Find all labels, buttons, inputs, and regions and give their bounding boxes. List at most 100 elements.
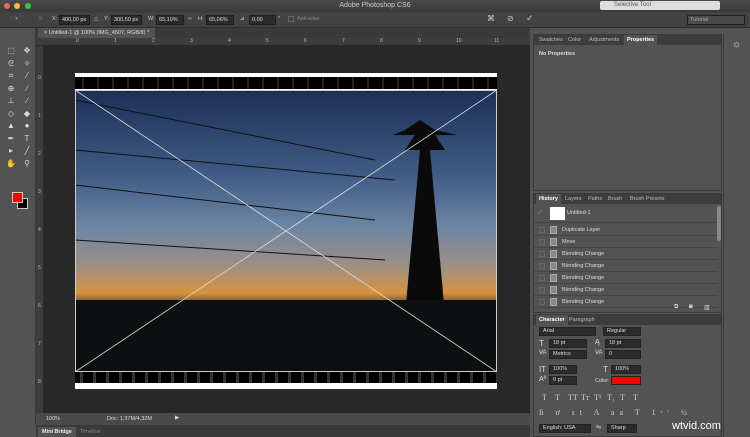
status-menu-arrow-icon[interactable]: ▶ xyxy=(175,415,179,421)
workspace-select[interactable]: Tutorial xyxy=(687,15,745,25)
baseline-shift-input[interactable]: 0 pt xyxy=(549,376,577,385)
angle-unit: ° xyxy=(278,16,281,22)
width-input[interactable]: 65,10% xyxy=(156,15,184,25)
crop-tool-icon[interactable]: ⌗ xyxy=(5,70,17,81)
document-tab[interactable]: × Untitled-1 @ 100% (IMG_4507, RGB/8) * xyxy=(38,28,156,38)
type-style-button[interactable]: T xyxy=(633,393,638,402)
commit-transform-icon[interactable]: ✓ xyxy=(526,13,534,24)
history-item[interactable]: Blending Change xyxy=(534,248,718,260)
history-checkbox[interactable] xyxy=(539,227,545,233)
path-selection-tool-icon[interactable]: ▸ xyxy=(5,145,17,156)
history-checkbox[interactable] xyxy=(539,299,545,305)
brush-tool-icon[interactable]: ∕ xyxy=(21,83,33,94)
type-style-button[interactable]: TT xyxy=(568,393,578,402)
hand-tool-icon[interactable]: ✋ xyxy=(5,158,17,169)
height-input[interactable]: 65,06% xyxy=(206,15,234,25)
x-input[interactable]: 400,00 px xyxy=(59,15,90,25)
type-style-button[interactable]: T xyxy=(542,393,547,402)
marquee-tool-icon[interactable]: ⬚ xyxy=(5,45,17,56)
foreground-color-swatch[interactable] xyxy=(12,192,23,203)
history-item[interactable]: Blending Change xyxy=(534,260,718,272)
new-document-icon[interactable]: ⧉ xyxy=(674,304,678,311)
reference-point-icon[interactable]: ⁙ xyxy=(38,16,43,22)
y-input[interactable]: 300,50 px xyxy=(111,15,142,25)
history-checkbox[interactable] xyxy=(539,275,545,281)
history-item[interactable]: Blending Change xyxy=(534,284,718,296)
language-select[interactable]: English: USA xyxy=(539,424,591,433)
clone-stamp-tool-icon[interactable]: ⊥ xyxy=(5,95,17,106)
horizontal-scale-input[interactable]: 100% xyxy=(611,365,641,374)
sun-icon[interactable]: ☼ xyxy=(732,39,741,50)
link-icon[interactable]: ∞ xyxy=(188,16,192,22)
font-style-select[interactable]: Regular xyxy=(603,327,641,336)
selective-tool-window[interactable]: Selective Tool xyxy=(600,1,720,10)
type-style-button[interactable]: T xyxy=(620,393,625,402)
history-checkbox[interactable] xyxy=(539,251,545,257)
tab-timeline[interactable]: Timeline xyxy=(76,427,105,437)
dodge-tool-icon[interactable]: ● xyxy=(21,120,33,131)
history-checkbox[interactable] xyxy=(539,263,545,269)
tab-adjustments[interactable]: Adjustments xyxy=(586,35,622,45)
history-scrollbar[interactable] xyxy=(717,206,721,241)
vertical-scale-input[interactable]: 100% xyxy=(549,365,577,374)
type-style-button[interactable]: T¹ xyxy=(594,393,601,402)
tab-swatches[interactable]: Swatches xyxy=(536,35,566,45)
text-color-swatch[interactable] xyxy=(611,376,641,385)
warp-icon[interactable]: ⌘ xyxy=(487,14,495,23)
type-tool-icon[interactable]: T xyxy=(21,133,33,144)
transform-box[interactable] xyxy=(75,90,497,372)
tab-paragraph[interactable]: Paragraph xyxy=(566,315,598,325)
ruler-tick-label: 0 xyxy=(76,38,79,44)
magic-wand-tool-icon[interactable]: ✧ xyxy=(21,58,33,69)
kerning-select[interactable]: Metrics xyxy=(549,350,587,359)
opentype-features-row[interactable]: ﬁ ơ st A aa T 1ˢᵗ ½ xyxy=(539,408,692,417)
history-checkbox[interactable] xyxy=(539,287,545,293)
snapshot-camera-icon[interactable]: ◙ xyxy=(689,304,693,310)
tab-color[interactable]: Color xyxy=(565,35,584,45)
font-size-input[interactable]: 18 pt xyxy=(549,339,587,348)
history-checkbox[interactable] xyxy=(539,239,545,245)
history-snapshot[interactable]: ⟋ Untitled-1 xyxy=(534,204,718,223)
history-item[interactable]: Move xyxy=(534,236,718,248)
tab-history[interactable]: History xyxy=(536,194,561,204)
vertical-scale-icon: IT xyxy=(539,365,547,374)
line-tool-icon[interactable]: ╱ xyxy=(21,145,33,156)
delta-icon[interactable]: △ xyxy=(94,16,98,22)
antialias-select[interactable]: Sharp xyxy=(607,424,637,433)
leading-input[interactable]: 18 pt xyxy=(605,339,641,348)
zoom-tool-icon[interactable]: ⚲ xyxy=(21,158,33,169)
antialias-checkbox[interactable] xyxy=(288,16,294,22)
ruler-tick-label: 6 xyxy=(38,303,41,309)
kerning-icon: VA xyxy=(539,350,547,356)
pen-tool-icon[interactable]: ✒ xyxy=(5,133,17,144)
zoom-level[interactable]: 100% xyxy=(46,416,60,422)
history-brush-tool-icon[interactable]: ∕ xyxy=(21,95,33,106)
tab-paths[interactable]: Paths xyxy=(585,194,605,204)
tab-character[interactable]: Character xyxy=(536,315,568,325)
history-item[interactable]: Blending Change xyxy=(534,272,718,284)
tab-brush[interactable]: Brush xyxy=(605,194,625,204)
tab-mini-bridge[interactable]: Mini Bridge xyxy=(38,427,76,437)
history-item[interactable]: Duplicate Layer xyxy=(534,224,718,236)
tab-layers[interactable]: Layers xyxy=(562,194,585,204)
tab-brush-presets[interactable]: Brush Presets xyxy=(627,194,668,204)
angle-input[interactable]: 0,00 xyxy=(249,15,276,25)
cancel-transform-icon[interactable]: ⊘ xyxy=(507,14,514,23)
eyedropper-tool-icon[interactable]: ⁄ xyxy=(21,70,33,81)
spot-healing-tool-icon[interactable]: ⊕ xyxy=(5,83,17,94)
type-style-button[interactable]: T₁ xyxy=(607,393,615,402)
font-family-select[interactable]: Arial xyxy=(539,327,596,336)
blur-tool-icon[interactable]: ▲ xyxy=(5,120,17,131)
trash-icon[interactable]: ▥ xyxy=(704,304,710,311)
transform-tool-icon[interactable]: ⬚▾ xyxy=(10,16,18,22)
eraser-tool-icon[interactable]: ◇ xyxy=(5,108,17,119)
type-style-button[interactable]: T xyxy=(555,393,560,402)
lasso-tool-icon[interactable]: ᘓ xyxy=(5,58,17,69)
type-style-button[interactable]: Tт xyxy=(581,393,589,402)
tab-properties[interactable]: Properties xyxy=(624,35,658,45)
tracking-icon: VA xyxy=(595,350,603,356)
power-line-photo[interactable] xyxy=(75,90,497,372)
paint-bucket-tool-icon[interactable]: ◆ xyxy=(21,108,33,119)
tracking-select[interactable]: 0 xyxy=(605,350,641,359)
move-tool-icon[interactable]: ✥ xyxy=(21,45,33,56)
